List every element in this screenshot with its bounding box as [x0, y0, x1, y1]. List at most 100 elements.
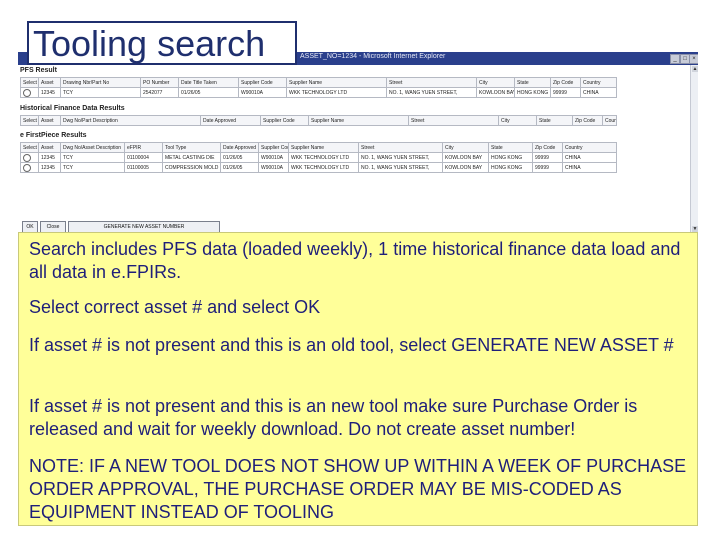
historical-header-cell: Supplier Name — [308, 115, 409, 126]
pfs-header-cell: Street — [386, 77, 477, 88]
historical-header-cell: City — [498, 115, 537, 126]
table-cell: CHINA — [580, 87, 617, 98]
select-cell[interactable] — [20, 162, 39, 173]
table-cell: NO. 1, WANG YUEN STREET, — [358, 152, 443, 163]
pfs-section-title: PFS Result — [20, 67, 57, 74]
historical-header-cell: Supplier Code — [260, 115, 309, 126]
table-cell: WKK TECHNOLOGY LTD — [288, 162, 359, 173]
note-paragraph: Select correct asset # and select OK — [29, 297, 321, 317]
historical-header-cell: Street — [408, 115, 499, 126]
pfs-header-cell: City — [476, 77, 515, 88]
historical-header-cell: Asset — [38, 115, 61, 126]
scroll-up-icon[interactable]: ▲ — [692, 66, 698, 72]
table-row[interactable]: 12345 TCY 01100004 METAL CASTING DIE 01/… — [20, 152, 617, 163]
table-cell: 99999 — [532, 162, 563, 173]
historical-header-row: Select Asset Dwg No/Part Description Dat… — [20, 115, 617, 126]
table-cell: 01100005 — [124, 162, 163, 173]
historical-header-cell: Zip Code — [572, 115, 603, 126]
efpir-section-title: e FirstPiece Results — [20, 132, 87, 139]
table-cell: 01/26/05 — [178, 87, 239, 98]
table-cell: METAL CASTING DIE — [162, 152, 221, 163]
pfs-header-row: Select Asset Drawing Nbr/Part No PO Numb… — [20, 77, 617, 88]
efpir-header-cell: Asset — [38, 142, 61, 153]
efpir-table: Select Asset Dwg No/Asset Description eF… — [20, 142, 617, 173]
slide-title-box: Tooling search — [27, 21, 297, 65]
historical-header-cell: Country — [602, 115, 617, 126]
select-radio[interactable] — [23, 88, 31, 97]
table-cell: NO. 1, WANG YUEN STREET, — [358, 162, 443, 173]
table-cell: HONG KONG — [488, 162, 533, 173]
table-cell: HONG KONG — [514, 87, 551, 98]
efpir-header-cell: Zip Code — [532, 142, 563, 153]
table-cell: TCY — [60, 162, 125, 173]
pfs-header-cell: Drawing Nbr/Part No — [60, 77, 141, 88]
table-cell: 01/26/05 — [220, 152, 259, 163]
vertical-scrollbar[interactable]: ▲ ▼ — [690, 65, 698, 235]
efpir-header-cell: Supplier Code — [258, 142, 289, 153]
efpir-header-cell: Street — [358, 142, 443, 153]
table-cell: TCY — [60, 152, 125, 163]
note-paragraph: Search includes PFS data (loaded weekly)… — [29, 239, 681, 282]
efpir-header-cell: Select — [20, 142, 39, 153]
page-content: PFS Result Select Asset Drawing Nbr/Part… — [18, 65, 690, 235]
pfs-header-cell: Select — [20, 77, 39, 88]
select-radio[interactable] — [23, 153, 31, 162]
page-title: Tooling search — [33, 23, 266, 64]
efpir-header-row: Select Asset Dwg No/Asset Description eF… — [20, 142, 617, 153]
pfs-header-cell: State — [514, 77, 551, 88]
close-window-button[interactable]: × — [689, 54, 698, 64]
efpir-header-cell: eFPIR — [124, 142, 163, 153]
table-cell: NO. 1, WANG YUEN STREET, — [386, 87, 477, 98]
table-cell: CHINA — [562, 162, 617, 173]
pfs-header-cell: Supplier Code — [238, 77, 287, 88]
table-cell: KOWLOON BAY — [442, 152, 489, 163]
table-cell: HONG KONG — [488, 152, 533, 163]
window-title: ASSET_NO=1234 - Microsoft Internet Explo… — [300, 53, 446, 60]
pfs-header-cell: Country — [580, 77, 617, 88]
table-cell: 12345 — [38, 87, 61, 98]
efpir-header-cell: Dwg No/Asset Description — [60, 142, 125, 153]
table-cell: 12345 — [38, 152, 61, 163]
table-cell: 99999 — [550, 87, 581, 98]
table-cell: 01/26/05 — [220, 162, 259, 173]
table-cell: TCY — [60, 87, 141, 98]
table-cell: WKK TECHNOLOGY LTD — [286, 87, 387, 98]
table-row[interactable]: 12345 TCY 2542077 01/26/05 W90010A WKK T… — [20, 87, 617, 98]
pfs-table: Select Asset Drawing Nbr/Part No PO Numb… — [20, 77, 617, 98]
select-cell[interactable] — [20, 152, 39, 163]
note-paragraph: If asset # is not present and this is an… — [29, 335, 674, 355]
select-radio[interactable] — [23, 163, 31, 172]
table-cell: W90010A — [258, 162, 289, 173]
efpir-header-cell: City — [442, 142, 489, 153]
efpir-header-cell: Date Approved — [220, 142, 259, 153]
table-cell: 01100004 — [124, 152, 163, 163]
table-cell: 99999 — [532, 152, 563, 163]
historical-header-cell: Select — [20, 115, 39, 126]
notes-panel: Search includes PFS data (loaded weekly)… — [18, 232, 698, 526]
browser-window: ASSET_NO=1234 - Microsoft Internet Explo… — [18, 52, 698, 235]
efpir-header-cell: Tool Type — [162, 142, 221, 153]
pfs-header-cell: Asset — [38, 77, 61, 88]
table-cell: W90010A — [238, 87, 287, 98]
table-cell: COMPRESSION MOLD — [162, 162, 221, 173]
select-cell[interactable] — [20, 87, 39, 98]
note-paragraph: NOTE: IF A NEW TOOL DOES NOT SHOW UP WIT… — [29, 456, 687, 522]
table-cell: KOWLOON BAY — [476, 87, 515, 98]
historical-table: Select Asset Dwg No/Part Description Dat… — [20, 115, 617, 126]
historical-header-cell: Dwg No/Part Description — [60, 115, 201, 126]
table-cell: 2542077 — [140, 87, 179, 98]
efpir-header-cell: Supplier Name — [288, 142, 359, 153]
table-cell: 12345 — [38, 162, 61, 173]
table-cell: WKK TECHNOLOGY LTD — [288, 152, 359, 163]
pfs-header-cell: Supplier Name — [286, 77, 387, 88]
pfs-header-cell: Zip Code — [550, 77, 581, 88]
table-row[interactable]: 12345 TCY 01100005 COMPRESSION MOLD 01/2… — [20, 162, 617, 173]
table-cell: CHINA — [562, 152, 617, 163]
note-paragraph: If asset # is not present and this is an… — [29, 396, 638, 439]
table-cell: KOWLOON BAY — [442, 162, 489, 173]
historical-header-cell: Date Approved — [200, 115, 261, 126]
pfs-header-cell: PO Number — [140, 77, 179, 88]
minimize-button[interactable]: _ — [670, 54, 680, 64]
efpir-header-cell: State — [488, 142, 533, 153]
historical-section-title: Historical Finance Data Results — [20, 105, 125, 112]
